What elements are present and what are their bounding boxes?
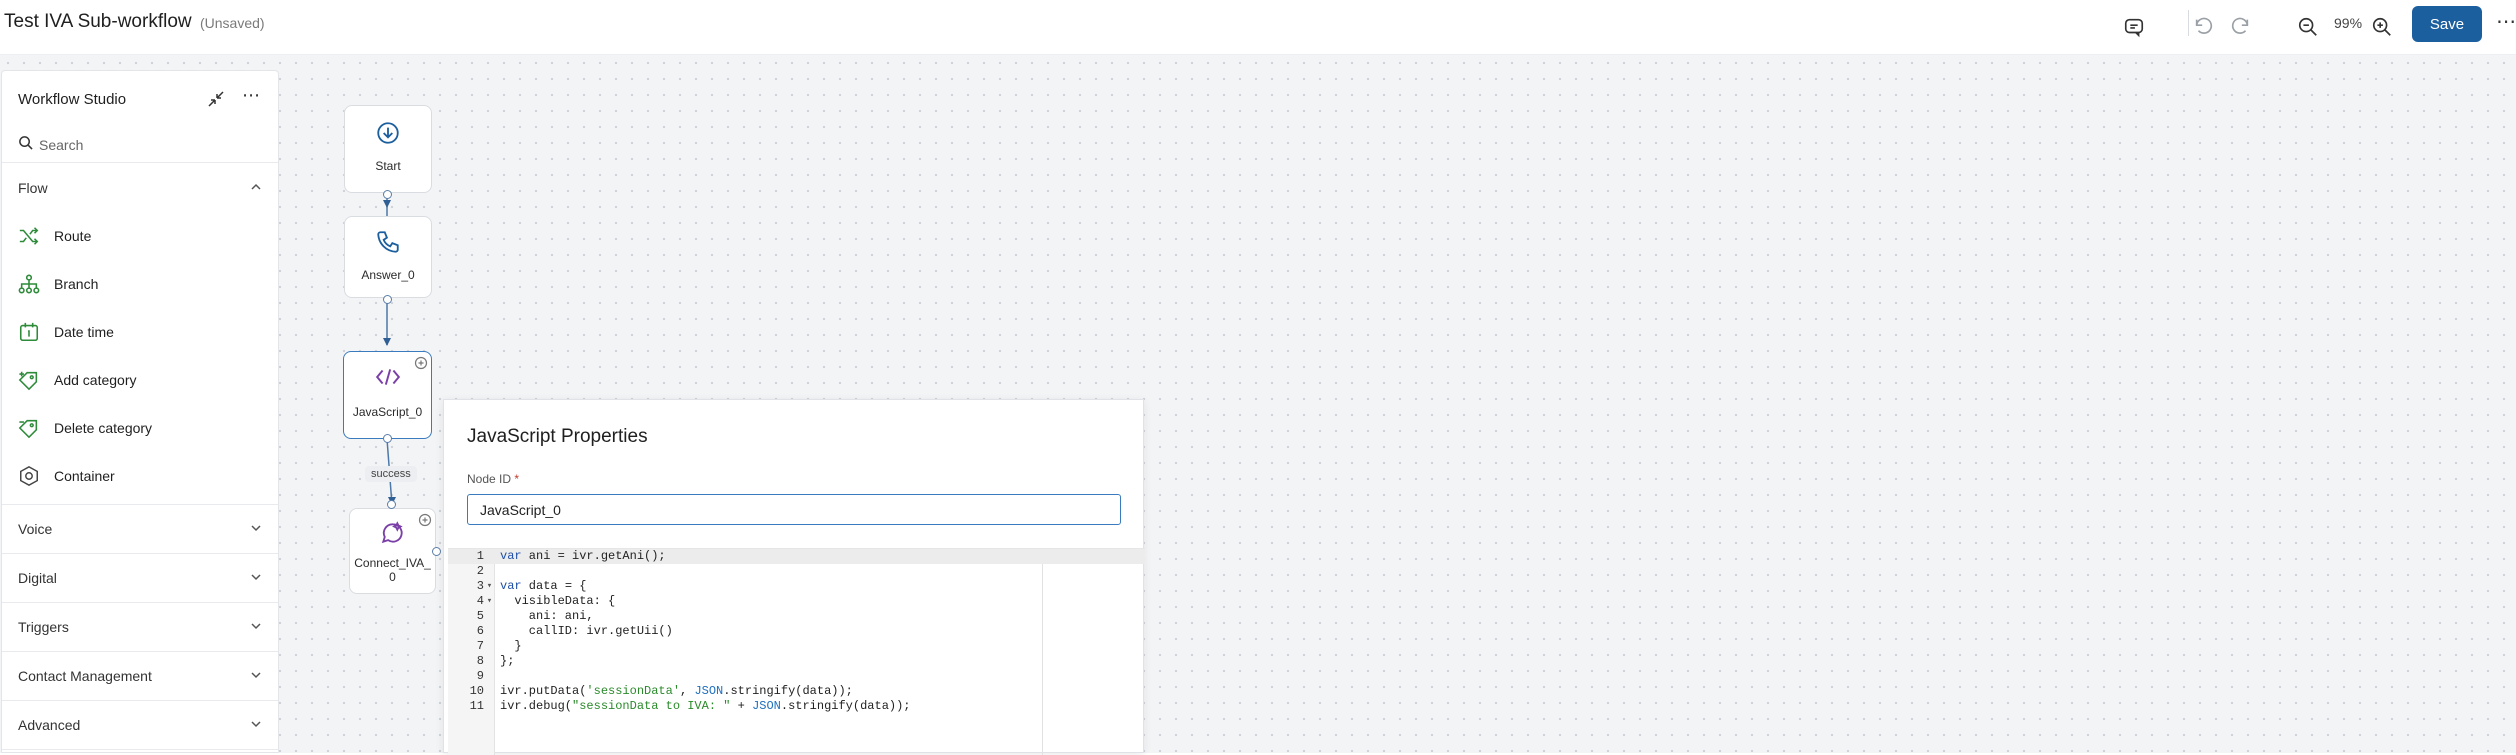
- node-id-input[interactable]: [467, 494, 1121, 525]
- node-label-line2: 0: [389, 570, 396, 584]
- node-label: Answer_0: [361, 268, 415, 282]
- section-advanced[interactable]: Advanced: [2, 701, 278, 750]
- zoom-level: 99%: [2334, 15, 2363, 31]
- fold-icon: ▾: [486, 596, 493, 606]
- node-id-label-text: Node ID: [467, 472, 512, 486]
- code-line: 1 var ani = ivr.getAni();: [448, 549, 1145, 564]
- item-label: Branch: [54, 276, 99, 292]
- connect-iva-output-port[interactable]: [432, 547, 441, 556]
- section-label: Advanced: [18, 717, 81, 733]
- fold-icon: ▾: [486, 581, 493, 591]
- search-input[interactable]: [39, 136, 259, 153]
- section-triggers[interactable]: Triggers: [2, 603, 278, 652]
- code-line: 4 ▾ visibleData: {: [476, 594, 616, 608]
- answer-output-port[interactable]: [383, 295, 392, 304]
- required-mark: *: [514, 472, 520, 486]
- tag-add-icon: [18, 369, 40, 391]
- edge-label-success: success: [365, 466, 417, 482]
- undo-icon[interactable]: [2186, 9, 2222, 45]
- section-label: Digital: [18, 570, 57, 586]
- container-icon: [18, 465, 40, 487]
- code-editor[interactable]: 1 var ani = ivr.getAni(); 2 3 ▾ var data …: [448, 548, 1145, 755]
- item-label: Container: [54, 468, 115, 484]
- code-line: 8};: [476, 654, 515, 668]
- redo-icon[interactable]: [2222, 9, 2258, 45]
- node-label: Start: [375, 159, 401, 173]
- sidebar-title: Workflow Studio: [18, 90, 127, 108]
- section-label: Contact Management: [18, 668, 152, 684]
- answer-node[interactable]: Answer_0: [344, 216, 432, 298]
- save-button[interactable]: Save: [2412, 6, 2482, 42]
- add-output-icon[interactable]: [414, 356, 428, 375]
- code-line: 11 ivr.debug("sessionData to IVA: " + JS…: [469, 699, 911, 713]
- item-label: Date time: [54, 324, 114, 340]
- code-line: 9: [476, 669, 484, 683]
- section-label: Triggers: [18, 619, 69, 635]
- chevron-down-icon: [250, 521, 262, 537]
- search-icon: [18, 135, 33, 155]
- code-line: 6 callID: ivr.getUii(): [476, 624, 673, 638]
- start-node[interactable]: Start: [344, 105, 432, 193]
- more-options-icon[interactable]: ⋯: [2496, 9, 2516, 34]
- phone-icon: [375, 229, 401, 260]
- sidebar-panel: Workflow Studio ⋯ Flow Route: [1, 70, 279, 753]
- code-icon: [375, 366, 401, 393]
- connect-iva-input-port[interactable]: [387, 500, 396, 509]
- add-output-icon[interactable]: [418, 513, 432, 532]
- start-output-port[interactable]: [383, 190, 392, 199]
- connect-iva-node[interactable]: Connect_IVA_ 0: [349, 508, 436, 594]
- zoom-in-icon[interactable]: [2364, 9, 2400, 45]
- javascript-output-port[interactable]: [383, 434, 392, 443]
- node-label: JavaScript_0: [352, 405, 423, 419]
- tag-delete-icon: [18, 417, 40, 439]
- route-icon: [18, 225, 40, 247]
- branch-icon: [18, 273, 40, 295]
- javascript-properties-panel: JavaScript Properties Node ID * 1 var an…: [443, 399, 1145, 755]
- sidebar-header: Workflow Studio ⋯: [2, 71, 278, 127]
- notes-icon[interactable]: [2116, 9, 2152, 45]
- node-id-label: Node ID *: [467, 472, 519, 486]
- section-label: Voice: [18, 521, 53, 537]
- start-icon: [375, 120, 401, 151]
- code-line: 2: [476, 564, 484, 578]
- chevron-down-icon: [250, 570, 262, 586]
- chevron-up-icon: [250, 180, 262, 196]
- flow-item-branch[interactable]: Branch: [2, 260, 278, 308]
- chevron-down-icon: [250, 717, 262, 733]
- node-label-line1: Connect_IVA_: [354, 556, 431, 570]
- section-label: Flow: [18, 179, 48, 196]
- panel-title: JavaScript Properties: [467, 426, 648, 447]
- flow-item-date-time[interactable]: Date time: [2, 308, 278, 356]
- item-label: Route: [54, 228, 92, 244]
- item-label: Delete category: [54, 420, 153, 436]
- sidebar-search: [2, 127, 278, 163]
- flow-item-route[interactable]: Route: [2, 212, 278, 260]
- connect-iva-icon: [380, 521, 406, 550]
- calendar-icon: [18, 321, 40, 343]
- flow-item-add-category[interactable]: Add category: [2, 356, 278, 404]
- sidebar-more-icon[interactable]: ⋯: [242, 85, 261, 106]
- zoom-out-icon[interactable]: [2290, 9, 2326, 45]
- collapse-icon[interactable]: [206, 89, 228, 111]
- flow-item-container[interactable]: Container: [2, 452, 278, 500]
- section-flow[interactable]: Flow: [2, 163, 278, 212]
- chevron-down-icon: [250, 668, 262, 684]
- section-contact-management[interactable]: Contact Management: [2, 652, 278, 701]
- section-voice[interactable]: Voice: [2, 505, 278, 554]
- section-digital[interactable]: Digital: [2, 554, 278, 603]
- chevron-down-icon: [250, 619, 262, 635]
- code-line: 7 }: [476, 639, 522, 653]
- flow-item-delete-category[interactable]: Delete category: [2, 404, 278, 452]
- javascript-node[interactable]: JavaScript_0: [343, 351, 432, 439]
- item-label: Add category: [54, 372, 137, 388]
- code-line: 3 ▾ var data = {: [476, 579, 587, 593]
- code-line: 5 ani: ani,: [476, 609, 594, 623]
- code-line: 10 ivr.putData('sessionData', JSON.strin…: [469, 684, 853, 698]
